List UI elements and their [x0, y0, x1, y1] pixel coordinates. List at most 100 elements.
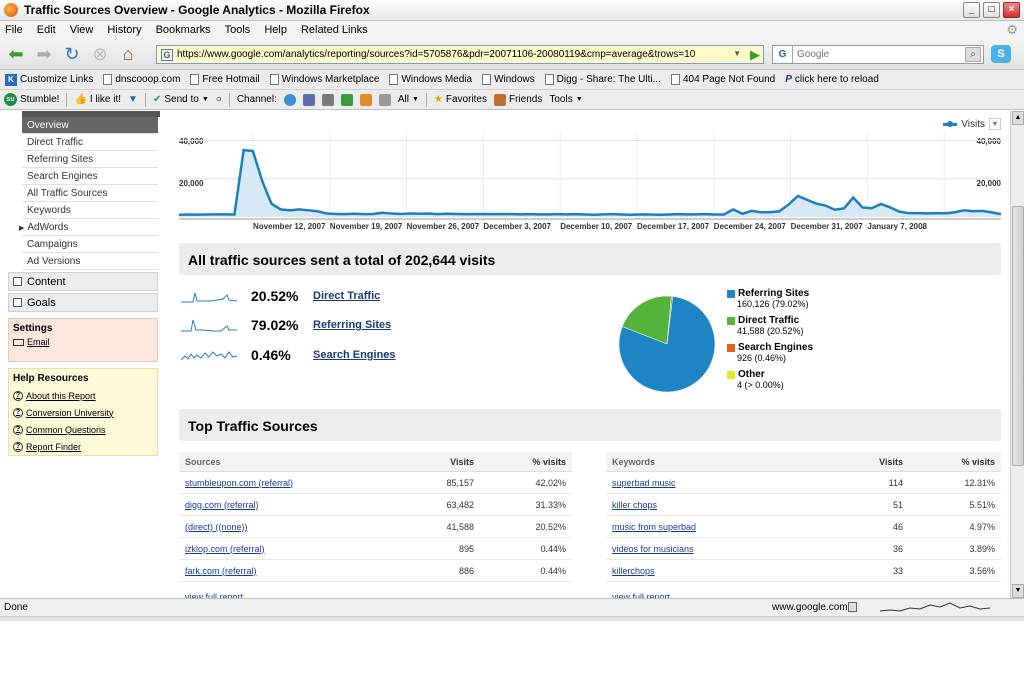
- sidebar-item-search-engines[interactable]: Search Engines: [22, 168, 158, 185]
- back-arrow-icon[interactable]: ⬅: [4, 44, 28, 65]
- help-link-about[interactable]: ? About this Report: [13, 387, 153, 404]
- link-search-engines[interactable]: Search Engines: [313, 349, 396, 361]
- col-header[interactable]: Keywords: [606, 457, 831, 467]
- sidebar-item-all-traffic-sources[interactable]: All Traffic Sources: [22, 185, 158, 202]
- favorites-button[interactable]: ★ Favorites: [434, 94, 487, 105]
- sidebar-item-overview[interactable]: Overview: [22, 117, 158, 134]
- stumble-button[interactable]: su Stumble!: [4, 93, 59, 106]
- globe-icon[interactable]: [283, 93, 296, 106]
- help-link-common-questions[interactable]: ? Common Questions: [13, 421, 153, 438]
- menu-view[interactable]: View: [70, 24, 94, 36]
- keyword-link[interactable]: superbad music: [606, 478, 831, 488]
- go-icon[interactable]: ▶: [750, 47, 760, 63]
- sidebar-item-campaigns[interactable]: Campaigns: [22, 236, 158, 253]
- source-link[interactable]: digg.com (referral): [179, 500, 402, 510]
- col-header[interactable]: % visits: [482, 457, 572, 467]
- comment-icon[interactable]: ○: [216, 94, 222, 105]
- people-icon[interactable]: [359, 93, 372, 106]
- percent-cell: 4.97%: [969, 521, 995, 532]
- menu-help[interactable]: Help: [264, 24, 287, 36]
- bookmark-customize-links[interactable]: K Customize Links: [5, 73, 93, 86]
- menu-file[interactable]: File: [5, 24, 23, 36]
- menu-history[interactable]: History: [107, 24, 141, 36]
- sidebar-item-ad-versions[interactable]: Ad Versions: [22, 253, 158, 270]
- menu-edit[interactable]: Edit: [37, 24, 56, 36]
- col-header[interactable]: Visits: [831, 457, 911, 467]
- vertical-scrollbar[interactable]: ▲ ▼: [1010, 111, 1024, 598]
- bookmark-reload[interactable]: Pclick here to reload: [785, 74, 879, 85]
- menu-tools[interactable]: Tools: [225, 24, 251, 36]
- sidebar-section-content[interactable]: Content: [8, 272, 158, 291]
- source-link[interactable]: izklop.com (referral): [179, 544, 402, 554]
- search-icon[interactable]: ⌕: [965, 47, 981, 62]
- keyword-link[interactable]: killer chops: [606, 500, 831, 510]
- bookmark-windows-media[interactable]: Windows Media: [389, 74, 472, 85]
- forward-arrow-icon[interactable]: ➡: [32, 44, 56, 65]
- bookmark-404[interactable]: 404 Page Not Found: [670, 74, 775, 85]
- table-row: digg.com (referral) 63,482 31.33%: [179, 494, 572, 516]
- view-full-report-keywords[interactable]: view full report: [606, 582, 1001, 598]
- search-input[interactable]: [797, 49, 967, 60]
- tools-dropdown[interactable]: Tools ▼: [549, 94, 582, 105]
- search-box[interactable]: G ⌕: [772, 45, 984, 64]
- legend-swatch: [727, 370, 735, 379]
- view-full-report-sources[interactable]: view full report: [179, 582, 572, 598]
- minimize-button[interactable]: _: [963, 2, 980, 18]
- menu-bookmarks[interactable]: Bookmarks: [156, 24, 211, 36]
- x-tick-label: December 17, 2007: [637, 222, 710, 231]
- bookmark-dnscooop[interactable]: dnscooop.com: [103, 74, 180, 85]
- friends-button[interactable]: Friends: [494, 93, 542, 106]
- bookmark-free-hotmail[interactable]: Free Hotmail: [190, 74, 260, 85]
- news-icon[interactable]: [340, 93, 353, 106]
- help-link-conversion-university[interactable]: ? Conversion University: [13, 404, 153, 421]
- col-header[interactable]: % visits: [911, 457, 1001, 467]
- table-row: stumbleupon.com (referral) 85,157 42.02%: [179, 472, 572, 494]
- keyword-link[interactable]: killerchops: [606, 566, 831, 576]
- scroll-up-icon[interactable]: ▲: [1012, 111, 1024, 125]
- skype-icon[interactable]: S: [991, 45, 1011, 63]
- source-link[interactable]: (direct) ((none)): [179, 522, 402, 532]
- camera-icon[interactable]: [321, 93, 334, 106]
- col-header[interactable]: Visits: [402, 457, 482, 467]
- close-button[interactable]: ×: [1003, 2, 1020, 18]
- url-bar[interactable]: G https://www.google.com/analytics/repor…: [156, 45, 764, 64]
- thumbs-down-icon[interactable]: ▼: [128, 94, 138, 105]
- home-icon[interactable]: ⌂: [116, 44, 140, 65]
- i-like-it-button[interactable]: 👍 I like it!: [74, 94, 121, 105]
- navigation-toolbar: ⬅ ➡ ↻ ⊗ ⌂ G https://www.google.com/analy…: [0, 39, 1024, 70]
- send-to-button[interactable]: ✔ Send to ▼: [153, 94, 209, 105]
- video-icon[interactable]: [302, 93, 315, 106]
- activity-icon: ⚙: [1006, 22, 1018, 37]
- question-icon: ?: [13, 407, 23, 418]
- link-referring-sites[interactable]: Referring Sites: [313, 319, 391, 331]
- menu-related-links[interactable]: Related Links: [301, 24, 368, 36]
- bookmark-windows[interactable]: Windows: [482, 74, 535, 85]
- keyword-link[interactable]: music from superbad: [606, 522, 831, 532]
- sidebar-section-goals[interactable]: Goals: [8, 293, 158, 312]
- sidebar-item-keywords[interactable]: Keywords: [22, 202, 158, 219]
- tag-icon[interactable]: [378, 93, 391, 106]
- source-link[interactable]: fark.com (referral): [179, 566, 402, 576]
- help-link-report-finder[interactable]: ? Report Finder: [13, 438, 153, 455]
- bookmark-digg[interactable]: Digg - Share: The Ulti...: [544, 74, 661, 85]
- sidebar-item-direct-traffic[interactable]: Direct Traffic: [22, 134, 158, 151]
- expand-arrow-icon[interactable]: ▶: [19, 225, 24, 232]
- scroll-down-icon[interactable]: ▼: [1012, 584, 1024, 598]
- search-engine-icon[interactable]: G: [773, 46, 793, 63]
- email-link[interactable]: Email: [13, 337, 153, 347]
- sidebar-item-referring-sites[interactable]: Referring Sites: [22, 151, 158, 168]
- bookmark-windows-marketplace[interactable]: Windows Marketplace: [269, 74, 379, 85]
- url-dropdown-icon[interactable]: ▼: [733, 49, 741, 58]
- col-header[interactable]: Sources: [179, 457, 402, 467]
- maximize-button[interactable]: □: [983, 2, 1000, 18]
- source-link[interactable]: stumbleupon.com (referral): [179, 478, 402, 488]
- reload-icon[interactable]: ↻: [60, 44, 84, 65]
- source-row-search: 0.46% Search Engines: [181, 346, 396, 364]
- legend-name: Referring Sites: [738, 288, 810, 299]
- scroll-thumb[interactable]: [1012, 206, 1024, 466]
- keyword-link[interactable]: videos for musicians: [606, 544, 831, 554]
- sidebar-item-adwords[interactable]: ▶ AdWords: [19, 219, 158, 236]
- stop-icon[interactable]: ⊗: [88, 44, 112, 65]
- all-dropdown[interactable]: All ▼: [398, 94, 419, 105]
- link-direct-traffic[interactable]: Direct Traffic: [313, 290, 380, 302]
